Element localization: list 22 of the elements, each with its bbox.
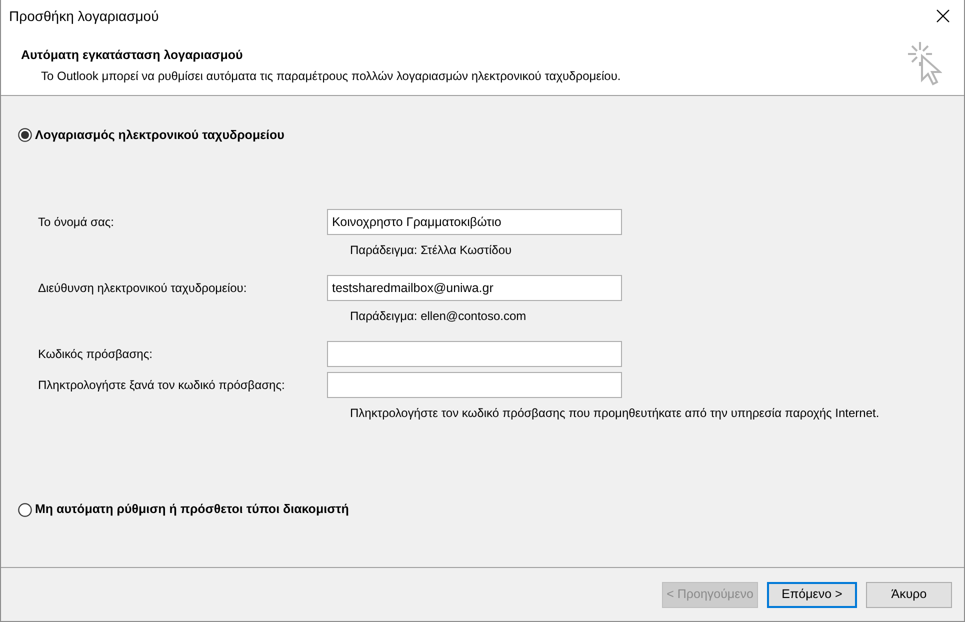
wizard-button[interactable]: Άκυρο <box>866 582 952 608</box>
hint-text: Παράδειγμα: ellen@contoso.com <box>350 308 528 323</box>
window-title: Προσθήκη λογαριασμού <box>9 6 159 26</box>
sparkle-cursor-icon <box>906 40 942 88</box>
field-label: Το όνομά σας: <box>38 214 116 231</box>
header-description: Το Outlook μπορεί να ρυθμίσει αυτόματα τις παραμέτρους πολλών λογαριασμών ηλεκτρονικού ταχυδρομείου. <box>40 68 621 85</box>
field-label: Πληκτρολογήστε ξανά τον κωδικό πρόσβασης: <box>38 376 286 394</box>
input-field[interactable]: testsharedmailbox@uniwa.gr <box>327 274 622 301</box>
option-label[interactable]: Λογαριασμός ηλεκτρονικού ταχυδρομείου <box>35 126 284 145</box>
close-icon[interactable] <box>936 9 950 23</box>
field-label: Κωδικός πρόσβασης: <box>38 346 154 363</box>
hint-text: Παράδειγμα: Στέλλα Κωστίδου <box>350 242 513 257</box>
header-title: Αυτόματη εγκατάσταση λογαριασμού <box>21 47 244 64</box>
radio-button[interactable] <box>18 502 32 517</box>
wizard-button[interactable]: Επόμενο > <box>767 582 857 608</box>
input-field[interactable] <box>327 340 622 367</box>
option-label[interactable]: Μη αυτόματη ρύθμιση ή πρόσθετοι τύποι διακομιστή <box>35 500 349 519</box>
input-field[interactable]: Κοινοχρηστο Γραμματοκιβώτιο <box>327 208 622 235</box>
input-field[interactable] <box>327 372 622 398</box>
hint-text: Πληκτρολογήστε τον κωδικό πρόσβασης που προμηθευτήκατε από την υπηρεσία παροχής Internet. <box>350 404 880 420</box>
field-label: Διεύθυνση ηλεκτρονικού ταχυδρομείου: <box>38 280 248 297</box>
radio-button[interactable] <box>18 128 32 142</box>
